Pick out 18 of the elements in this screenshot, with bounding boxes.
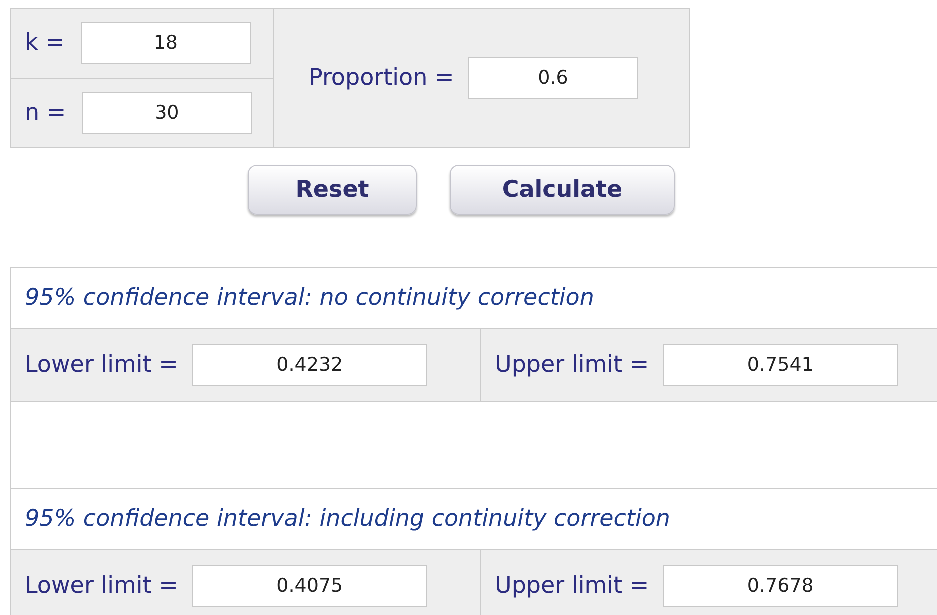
calculate-button[interactable]: Calculate xyxy=(450,165,675,215)
field-label: Lower limit = xyxy=(25,573,178,599)
section-heading: 95% confidence interval: no continuity correction xyxy=(25,285,594,311)
field-label: Proportion = xyxy=(309,65,454,91)
field-label: Upper limit = xyxy=(495,352,650,378)
input-field[interactable]: 30 xyxy=(82,92,252,134)
result-field[interactable]: 0.7541 xyxy=(663,344,898,386)
result-field[interactable]: 0.4232 xyxy=(192,344,428,386)
field-label: k = xyxy=(25,30,65,56)
field-label: n = xyxy=(25,100,66,126)
input-field[interactable]: 18 xyxy=(80,22,251,64)
result-field[interactable]: 0.4075 xyxy=(192,565,428,607)
input-field[interactable]: 0.6 xyxy=(468,57,638,99)
reset-button[interactable]: Reset xyxy=(248,165,417,215)
result-field[interactable]: 0.7678 xyxy=(663,565,898,607)
section-heading: 95% confidence interval: including continuity correction xyxy=(25,506,670,532)
field-label: Upper limit = xyxy=(495,573,650,599)
field-label: Lower limit = xyxy=(25,352,178,378)
